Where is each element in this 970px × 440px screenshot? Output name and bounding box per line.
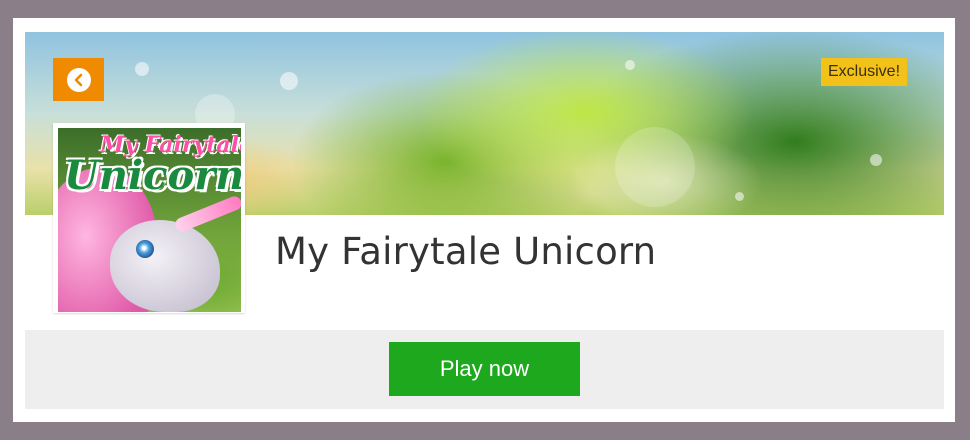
sparkle	[615, 127, 695, 207]
sparkle	[625, 60, 635, 70]
sparkle	[735, 192, 744, 201]
sparkle	[280, 72, 298, 90]
unicorn-horn	[173, 194, 241, 234]
thumbnail-art: My Fairytale Unicorn	[58, 128, 241, 312]
chevron-left-icon	[66, 67, 91, 92]
back-button[interactable]	[53, 58, 104, 101]
game-card: Exclusive! My Fairytale Unicorn My Fairy…	[13, 18, 955, 422]
play-now-button[interactable]: Play now	[389, 342, 580, 396]
unicorn-eye	[136, 240, 154, 258]
game-title: My Fairytale Unicorn	[275, 230, 657, 273]
game-thumbnail: My Fairytale Unicorn	[53, 123, 245, 313]
sparkle	[135, 62, 149, 76]
exclusive-badge: Exclusive!	[821, 58, 908, 86]
sparkle	[870, 154, 882, 166]
action-bar: Play now	[25, 330, 944, 409]
thumbnail-logo-line2: Unicorn	[64, 152, 241, 199]
unicorn-head	[110, 220, 220, 312]
